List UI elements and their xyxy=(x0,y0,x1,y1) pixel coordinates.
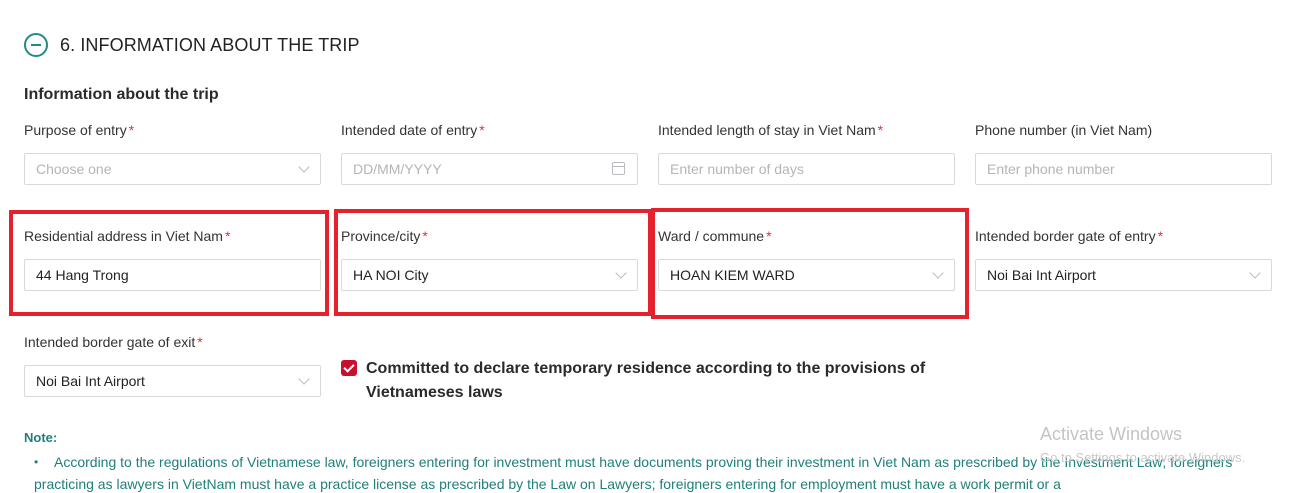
purpose-placeholder: Choose one xyxy=(36,161,112,177)
gate-entry-field: Intended border gate of entry * Noi Bai I… xyxy=(975,226,1272,291)
section-title: 6. INFORMATION ABOUT THE TRIP xyxy=(60,34,360,55)
purpose-select[interactable]: Choose one xyxy=(24,153,321,185)
chevron-down-icon xyxy=(298,161,310,173)
entry-date-field: Intended date of entry * DD/MM/YYYY xyxy=(341,120,638,185)
commitment-text: Committed to declare temporary residence… xyxy=(366,360,926,401)
stay-length-field: Intended length of stay in Viet Nam * Ent… xyxy=(658,120,955,185)
section-header: 6. INFORMATION ABOUT THE TRIP xyxy=(24,33,360,57)
purpose-field: Purpose of entry * Choose one xyxy=(24,120,321,185)
subheading: Information about the trip xyxy=(24,86,219,103)
phone-placeholder: Enter phone number xyxy=(987,161,1115,177)
purpose-label: Purpose of entry * xyxy=(24,122,135,138)
entry-date-placeholder: DD/MM/YYYY xyxy=(353,161,442,177)
phone-field: Phone number (in Viet Nam) Enter phone n… xyxy=(975,120,1272,185)
gate-entry-value: Noi Bai Int Airport xyxy=(987,267,1096,283)
gate-exit-label: Intended border gate of exit * xyxy=(24,334,203,350)
highlight-box-province xyxy=(334,209,652,316)
stay-length-input[interactable]: Enter number of days xyxy=(658,153,955,185)
gate-exit-value: Noi Bai Int Airport xyxy=(36,373,145,389)
highlight-box-ward xyxy=(651,208,969,319)
gate-exit-select[interactable]: Noi Bai Int Airport xyxy=(24,365,321,397)
gate-exit-field: Intended border gate of exit * Noi Bai In… xyxy=(24,332,321,397)
entry-date-input[interactable]: DD/MM/YYYY xyxy=(341,153,638,185)
stay-length-placeholder: Enter number of days xyxy=(670,161,804,177)
commitment-row: Committed to declare temporary residence… xyxy=(341,357,961,405)
note-label: Note: xyxy=(24,430,58,445)
commitment-checkbox[interactable] xyxy=(341,360,357,376)
gate-entry-select[interactable]: Noi Bai Int Airport xyxy=(975,259,1272,291)
collapse-minus-icon[interactable] xyxy=(24,33,48,57)
stay-length-label: Intended length of stay in Viet Nam * xyxy=(658,122,884,138)
entry-date-label: Intended date of entry * xyxy=(341,122,485,138)
phone-label: Phone number (in Viet Nam) xyxy=(975,122,1153,138)
chevron-down-icon xyxy=(1249,267,1261,279)
gate-entry-label: Intended border gate of entry * xyxy=(975,228,1164,244)
highlight-box-address xyxy=(9,210,329,316)
calendar-icon[interactable] xyxy=(612,162,625,175)
phone-input[interactable]: Enter phone number xyxy=(975,153,1272,185)
activate-windows-title: Activate Windows xyxy=(1040,424,1183,444)
chevron-down-icon xyxy=(298,373,310,385)
activate-windows-subtitle: Go to Settings to activate Windows. xyxy=(1040,450,1246,465)
